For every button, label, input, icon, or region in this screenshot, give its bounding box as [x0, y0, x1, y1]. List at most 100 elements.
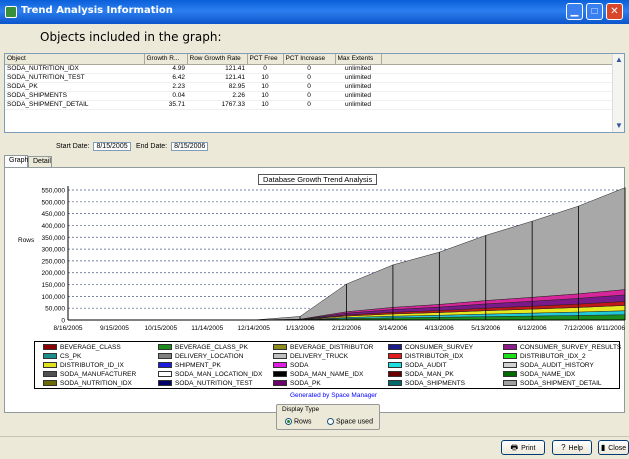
legend-label: SODA_SHIPMENTS: [405, 380, 465, 387]
tab-graph[interactable]: Graph: [4, 155, 28, 167]
col-object[interactable]: Object: [5, 54, 145, 65]
table-cell: SODA_SHIPMENT_DETAIL: [5, 100, 144, 110]
legend-label: SODA: [290, 362, 309, 369]
legend-label: SODA_MAN_LOCATION_IDX: [175, 371, 263, 378]
legend-swatch: [388, 362, 402, 369]
legend-label: SODA_MAN_NAME_IDX: [290, 371, 364, 378]
legend-label: DISTRIBUTOR_IDX: [405, 353, 464, 360]
legend-label: BEVERAGE_DISTRIBUTOR: [290, 344, 374, 351]
table-cell: unlimited: [335, 82, 381, 92]
legend-swatch: [503, 353, 517, 360]
close-button[interactable]: ▮ Close: [598, 440, 629, 455]
scroll-up-icon[interactable]: ▲: [614, 55, 624, 65]
legend-label: SODA_PK: [290, 380, 321, 387]
app-icon: [5, 6, 17, 18]
legend-swatch: [43, 353, 57, 360]
table-cell: 0.04: [144, 91, 187, 101]
legend-item: SODA_NUTRITION_IDX: [43, 380, 132, 387]
print-button[interactable]: 🖶 Print: [501, 440, 545, 455]
scroll-down-icon[interactable]: ▼: [614, 121, 624, 131]
objects-grid[interactable]: Object Growth R... Row Growth Rate PCT F…: [4, 53, 625, 133]
legend-swatch: [273, 380, 287, 387]
minimize-icon[interactable]: ▁: [566, 3, 583, 20]
table-cell: unlimited: [335, 64, 381, 74]
radio-space-circle[interactable]: [327, 418, 334, 425]
legend-item: CONSUMER_SURVEY_RESULTS: [503, 344, 621, 351]
table-cell: 2.23: [144, 82, 187, 92]
legend-swatch: [43, 380, 57, 387]
table-cell: 10: [247, 91, 283, 101]
legend-swatch: [503, 380, 517, 387]
legend-label: DELIVERY_LOCATION: [175, 353, 244, 360]
legend-label: SODA_NAME_IDX: [520, 371, 576, 378]
radio-space-used[interactable]: Space used: [327, 418, 373, 425]
table-cell: 0: [283, 91, 335, 101]
table-cell: 2.26: [187, 91, 247, 101]
col-row-growth-rate[interactable]: Row Growth Rate: [187, 54, 248, 65]
legend-label: SODA_AUDIT: [405, 362, 447, 369]
table-row[interactable]: SODA_SHIPMENTS 0.04 2.26 10 0 unlimited: [5, 91, 614, 101]
help-icon: ?: [561, 443, 566, 452]
table-cell: [381, 64, 614, 74]
table-row[interactable]: SODA_NUTRITION_IDX 4.99 121.41 0 0 unlimited: [5, 64, 614, 74]
legend-label: BEVERAGE_CLASS_PK: [175, 344, 248, 351]
table-cell: 0: [283, 64, 335, 74]
maximize-icon[interactable]: □: [586, 3, 603, 20]
table-cell: 121.41: [187, 73, 247, 83]
generated-by-link[interactable]: Generated by Space Manager: [290, 392, 377, 399]
legend-label: BEVERAGE_CLASS: [60, 344, 121, 351]
table-row[interactable]: SODA_PK 2.23 82.95 10 0 unlimited: [5, 82, 614, 92]
legend-item: DISTRIBUTOR_IDX_2: [503, 353, 586, 360]
legend-item: SODA_AUDIT_HISTORY: [503, 362, 594, 369]
legend-label: SODA_NUTRITION_IDX: [60, 380, 132, 387]
end-date-value: 8/15/2006: [171, 142, 209, 151]
legend-item: BEVERAGE_DISTRIBUTOR: [273, 344, 373, 351]
radio-rows[interactable]: Rows: [285, 418, 312, 425]
table-row[interactable]: SODA_SHIPMENT_DETAIL 35.71 1767.33 10 0 unlim…: [5, 100, 614, 110]
legend-item: SODA_PK: [273, 380, 321, 387]
col-max-extents[interactable]: Max Extents: [335, 54, 382, 65]
legend-swatch: [158, 371, 172, 378]
table-cell: 10: [247, 82, 283, 92]
legend-label: DELIVERY_TRUCK: [290, 353, 349, 360]
col-growth-rate[interactable]: Growth R...: [144, 54, 188, 65]
table-cell: SODA_PK: [5, 82, 144, 92]
radio-rows-circle[interactable]: [285, 418, 292, 425]
table-cell: SODA_SHIPMENTS: [5, 91, 144, 101]
grid-header-row: Object Growth R... Row Growth Rate PCT F…: [5, 54, 615, 65]
legend-item: SODA_AUDIT: [388, 362, 447, 369]
col-pct-increase[interactable]: PCT Increase: [283, 54, 336, 65]
table-cell: unlimited: [335, 73, 381, 83]
legend-item: SODA: [273, 362, 308, 369]
legend-item: CS_PK: [43, 353, 81, 360]
legend-swatch: [273, 353, 287, 360]
legend-label: DISTRIBUTOR_IDX_2: [520, 353, 586, 360]
legend-label: CS_PK: [60, 353, 82, 360]
help-button[interactable]: ? Help: [552, 440, 592, 455]
display-type-label: Display Type: [282, 406, 320, 413]
grid-scrollbar[interactable]: ▲ ▼: [612, 54, 624, 132]
table-cell: [381, 82, 614, 92]
radio-rows-label: Rows: [294, 418, 312, 426]
table-cell: 0: [283, 100, 335, 110]
legend-item: DELIVERY_TRUCK: [273, 353, 348, 360]
legend-item: SODA_SHIPMENTS: [388, 380, 465, 387]
table-cell: 10: [247, 73, 283, 83]
chart-title: Database Growth Trend Analysis: [258, 174, 378, 185]
legend-item: SODA_MAN_PK: [388, 371, 454, 378]
table-cell: [381, 91, 614, 101]
col-pct-free[interactable]: PCT Free: [247, 54, 284, 65]
start-date-label: Start Date:: [56, 143, 90, 150]
table-cell: 82.95: [187, 82, 247, 92]
legend-item: DISTRIBUTOR_ID_IX: [43, 362, 124, 369]
legend-swatch: [158, 380, 172, 387]
legend-swatch: [158, 344, 172, 351]
legend-item: SHIPMENT_PK: [158, 362, 221, 369]
start-date-value: 8/15/2005: [93, 142, 131, 151]
table-row[interactable]: SODA_NUTRITION_TEST 6.42 121.41 10 0 unlimite…: [5, 73, 614, 83]
close-label: Close: [608, 445, 627, 452]
legend-swatch: [388, 344, 402, 351]
close-icon[interactable]: ✕: [606, 3, 623, 20]
table-cell: 10: [247, 100, 283, 110]
legend-swatch: [388, 371, 402, 378]
